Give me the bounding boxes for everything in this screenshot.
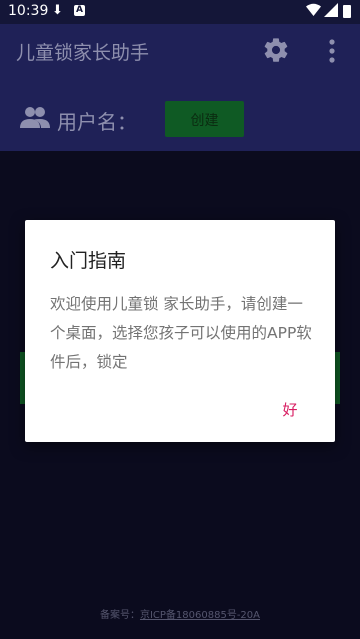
status-bar: 10:39 ⬇ A — [0, 0, 360, 24]
user-row: 用户名： 创建 — [0, 78, 360, 151]
more-vert-icon[interactable] — [322, 38, 342, 64]
wifi-icon — [306, 3, 321, 20]
footer-prefix: 备案号： — [99, 610, 140, 621]
create-button[interactable]: 创建 — [165, 101, 244, 137]
battery-icon — [343, 5, 351, 18]
dialog-title: 入门指南 — [50, 250, 127, 272]
app-bar: 儿童锁家长助手 — [0, 24, 360, 78]
app-title: 儿童锁家长助手 — [16, 42, 150, 64]
dialog-message: 欢迎使用儿童锁 家长助手，请创建一个桌面，选择您孩子可以使用的APP软件后，锁定 — [50, 295, 312, 371]
status-time: 10:39 — [8, 3, 49, 19]
guide-dialog: 入门指南 欢迎使用儿童锁 家长助手，请创建一个桌面，选择您孩子可以使用的APP软… — [25, 220, 335, 442]
footer: 备案号：京ICP备18060885号-20A — [0, 606, 360, 621]
people-icon — [20, 106, 50, 128]
notification-a-icon: A — [74, 5, 85, 16]
username-label: 用户名： — [57, 110, 137, 134]
signal-icon — [324, 3, 338, 21]
icp-link[interactable]: 京ICP备18060885号-20A — [140, 610, 260, 621]
ok-button[interactable]: 好 — [270, 395, 310, 425]
download-icon: ⬇ — [52, 3, 63, 18]
gear-icon[interactable] — [262, 36, 290, 64]
